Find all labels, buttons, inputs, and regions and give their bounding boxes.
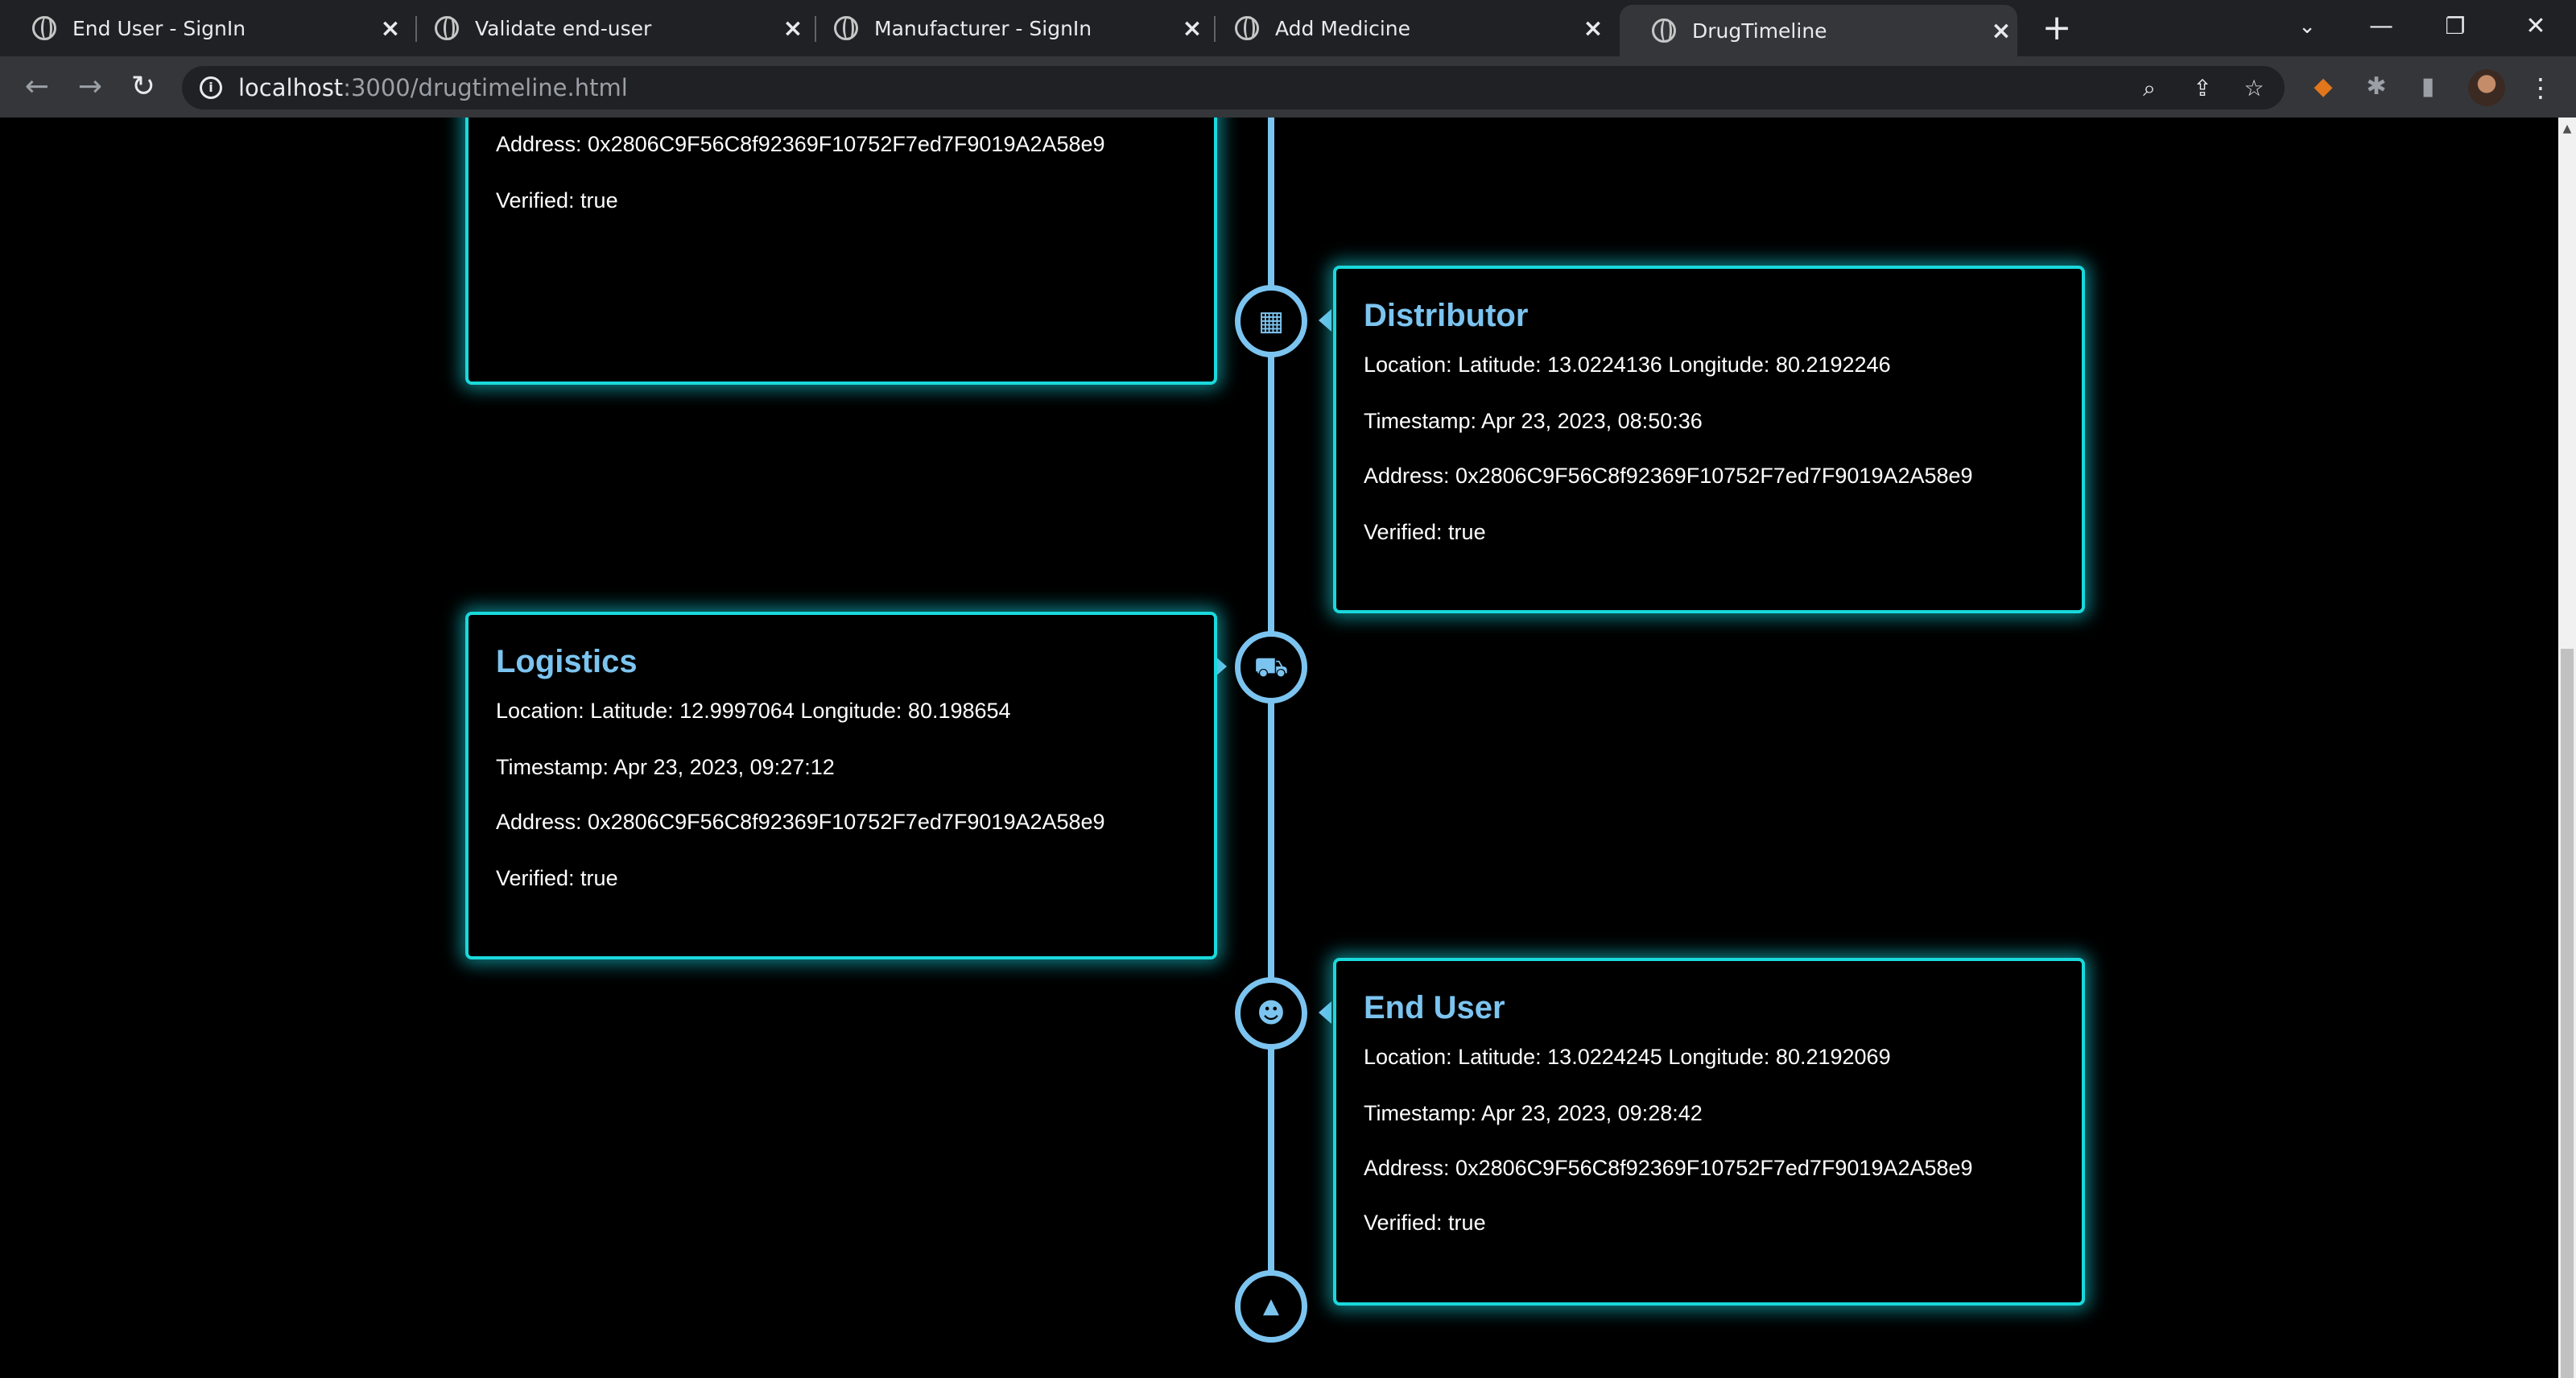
card-pointer — [1319, 309, 1331, 332]
card-timestamp: Timestamp: Apr 23, 2023, 09:27:12 — [496, 755, 835, 779]
truck-icon: ⛟ — [1235, 631, 1307, 703]
globe-icon — [1652, 19, 1676, 43]
tab-title: Manufacturer - SignIn — [874, 16, 1092, 40]
globe-icon — [32, 16, 56, 40]
card-title: Logistics — [496, 644, 638, 679]
card-pointer — [1319, 1001, 1331, 1024]
card-verified: Verified: true — [496, 866, 618, 890]
minimize-button[interactable]: — — [2344, 0, 2418, 53]
card-address: Address: 0x2806C9F56C8f92369F10752F7ed7F… — [496, 810, 1105, 834]
tab-drug-timeline[interactable]: DrugTimeline × — [1620, 5, 2017, 56]
card-location: Location: Latitude: 13.0224245 Longitude… — [1364, 1045, 1891, 1069]
tab-title: DrugTimeline — [1692, 19, 1827, 43]
scroll-thumb[interactable] — [2561, 649, 2574, 1378]
caret-up-icon[interactable]: ▲ — [1235, 1270, 1307, 1343]
address-bar[interactable]: i localhost:3000/drugtimeline.html ⌕ ⇪ ☆ — [182, 66, 2285, 109]
card-verified: Verified: true — [1364, 520, 1486, 544]
menu-kebab-icon[interactable]: ⋮ — [2528, 69, 2553, 106]
building-icon: ▦ — [1235, 285, 1307, 357]
users-icon: ☻ — [1235, 977, 1307, 1050]
tab-manufacturer-signin[interactable]: Manufacturer - SignIn × — [802, 0, 1208, 56]
tab-title: Add Medicine — [1275, 16, 1411, 40]
card-title: Distributor — [1364, 298, 1529, 333]
metamask-extension-icon[interactable]: ◆ — [2307, 71, 2339, 103]
forward-button[interactable]: → — [72, 71, 108, 103]
close-window-button[interactable]: ✕ — [2499, 0, 2573, 53]
tab-title: Validate end-user — [475, 16, 652, 40]
card-timestamp: Timestamp: Apr 23, 2023, 09:28:42 — [1364, 1101, 1703, 1125]
extensions-puzzle-icon[interactable]: ✱ — [2360, 71, 2392, 103]
bookmark-star-icon[interactable]: ☆ — [2241, 76, 2267, 101]
timeline-card-previous: Address: 0x2806C9F56C8f92369F10752F7ed7F… — [465, 118, 1217, 385]
timeline-card-end-user: End User Location: Latitude: 13.0224245 … — [1333, 958, 2085, 1306]
card-address: Address: 0x2806C9F56C8f92369F10752F7ed7F… — [496, 132, 1105, 156]
card-location: Location: Latitude: 13.0224136 Longitude… — [1364, 353, 1891, 377]
card-timestamp: Timestamp: Apr 23, 2023, 08:50:36 — [1364, 409, 1703, 433]
avatar[interactable] — [2468, 69, 2505, 106]
globe-icon — [435, 16, 459, 40]
side-panel-icon[interactable]: ▮ — [2412, 71, 2444, 103]
close-icon[interactable]: × — [374, 14, 407, 43]
tab-add-medicine[interactable]: Add Medicine × — [1203, 0, 1609, 56]
back-button[interactable]: ← — [19, 71, 55, 103]
share-icon[interactable]: ⇪ — [2190, 76, 2215, 101]
globe-icon — [1235, 16, 1259, 40]
card-verified: Verified: true — [496, 188, 618, 212]
scrollbar[interactable]: ▲ — [2558, 118, 2576, 1378]
card-address: Address: 0x2806C9F56C8f92369F10752F7ed7F… — [1364, 464, 1973, 488]
browser-toolbar: ← → ↻ i localhost:3000/drugtimeline.html… — [0, 56, 2576, 118]
globe-icon — [834, 16, 858, 40]
tab-end-user-signin[interactable]: End User - SignIn × — [0, 0, 407, 56]
card-title: End User — [1364, 990, 1505, 1025]
tab-title: End User - SignIn — [72, 16, 246, 40]
tab-strip: End User - SignIn × Validate end-user × … — [0, 0, 2576, 56]
url-text: localhost:3000/drugtimeline.html — [238, 74, 628, 101]
new-tab-button[interactable]: + — [2037, 8, 2077, 48]
page-viewport: Address: 0x2806C9F56C8f92369F10752F7ed7F… — [0, 118, 2558, 1378]
scroll-up-arrow[interactable]: ▲ — [2558, 122, 2576, 138]
card-location: Location: Latitude: 12.9997064 Longitude… — [496, 699, 1011, 723]
close-icon[interactable]: × — [1577, 14, 1609, 43]
card-verified: Verified: true — [1364, 1211, 1486, 1235]
tab-validate-end-user[interactable]: Validate end-user × — [402, 0, 809, 56]
info-icon[interactable]: i — [200, 76, 222, 99]
tab-search-button[interactable]: ⌄ — [2270, 0, 2344, 53]
close-icon[interactable]: × — [1985, 17, 2017, 45]
timeline-card-logistics: Logistics Location: Latitude: 12.9997064… — [465, 612, 1217, 959]
timeline-card-distributor: Distributor Location: Latitude: 13.02241… — [1333, 266, 2085, 613]
zoom-icon[interactable]: ⌕ — [2136, 76, 2162, 101]
restore-button[interactable]: ❐ — [2418, 0, 2492, 53]
card-address: Address: 0x2806C9F56C8f92369F10752F7ed7F… — [1364, 1156, 1973, 1180]
reload-button[interactable]: ↻ — [126, 71, 161, 103]
